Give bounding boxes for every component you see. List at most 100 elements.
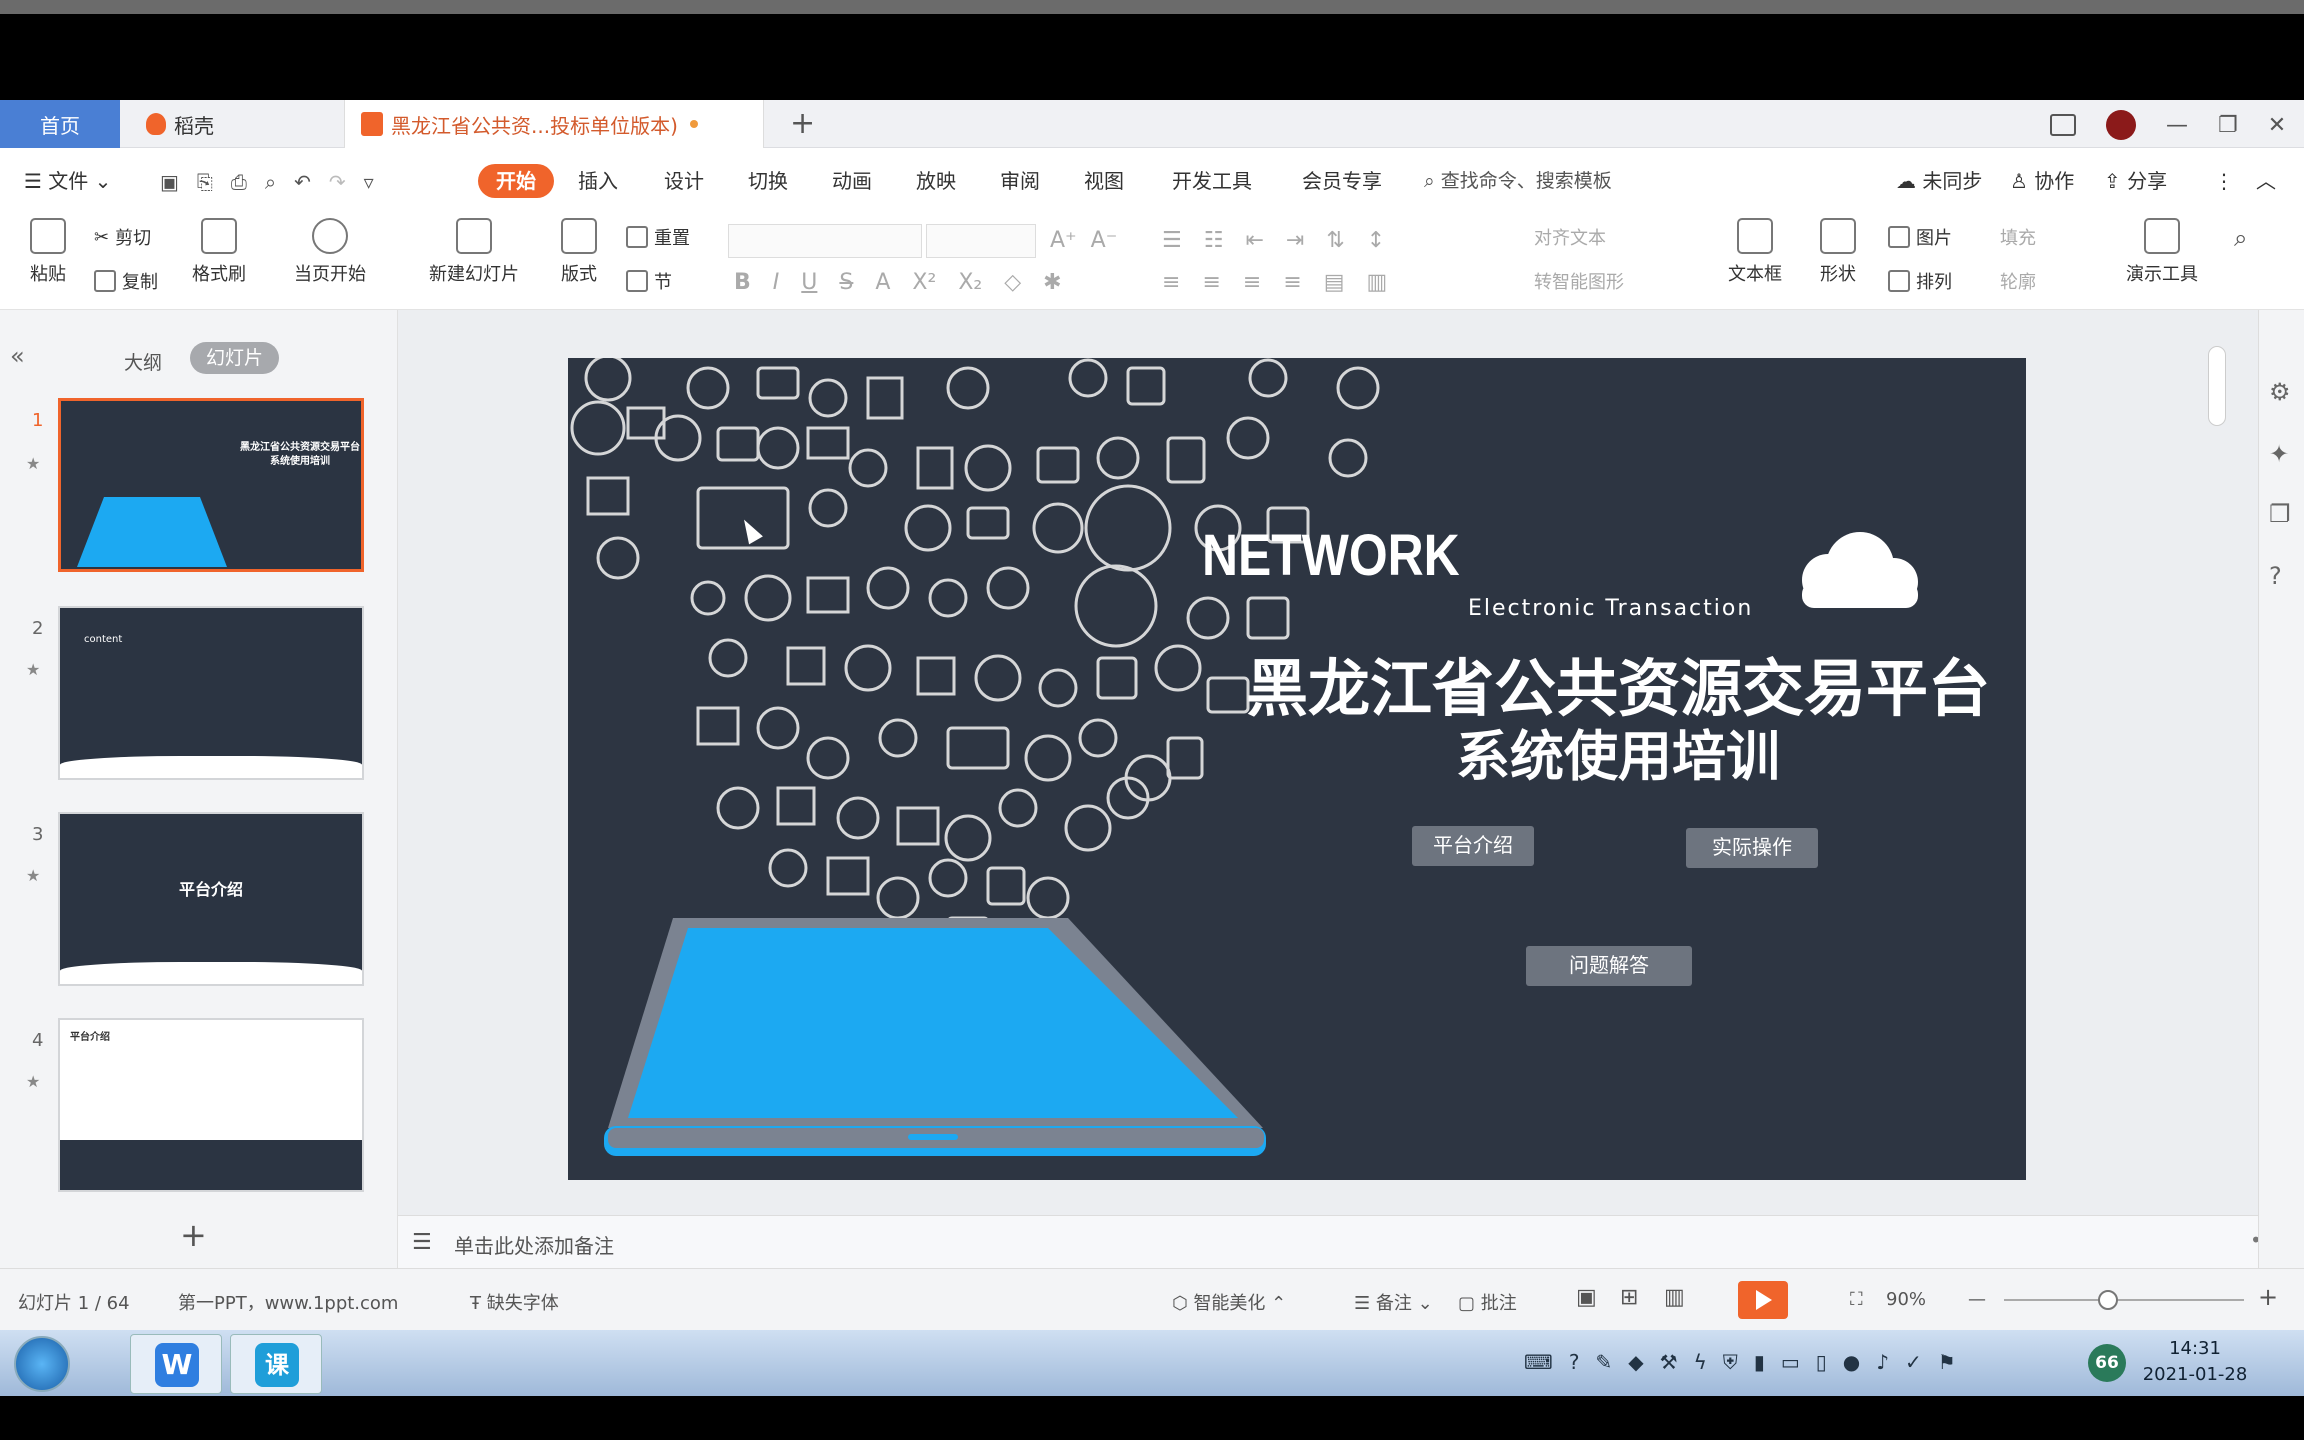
flag-icon[interactable]: ⚑ <box>1938 1350 1956 1374</box>
fill-button[interactable]: 填充 <box>2000 224 2036 250</box>
more-icon[interactable]: ⋮ <box>2214 164 2234 198</box>
restore-icon[interactable]: ❐ <box>2218 113 2238 138</box>
slide[interactable]: NETWORK Electronic Transaction 黑龙江省公共资源交… <box>568 358 2026 1180</box>
menu-member[interactable]: 会员专享 <box>1302 164 1382 198</box>
notes-pane[interactable]: ☰ 单击此处添加备注 ••• <box>398 1215 2285 1268</box>
columns-icon[interactable]: ▥ <box>1367 270 1388 295</box>
redo-icon[interactable]: ↷ <box>329 170 346 194</box>
menu-animation[interactable]: 动画 <box>832 164 872 198</box>
share-button[interactable]: ⇪ 分享 <box>2104 164 2167 198</box>
preview-icon[interactable]: ⌕ <box>265 170 276 194</box>
font-color-icon[interactable]: A <box>875 270 890 295</box>
layout-button[interactable]: 版式 <box>548 218 610 286</box>
taskbar-class-button[interactable]: 课 <box>230 1334 322 1394</box>
start-button[interactable] <box>14 1336 70 1392</box>
line-spacing-icon[interactable]: ↕ <box>1367 228 1385 253</box>
close-icon[interactable]: ✕ <box>2268 113 2286 138</box>
play-slideshow-button[interactable] <box>1738 1281 1788 1319</box>
slide-thumbnail-1[interactable]: 黑龙江省公共资源交易平台系统使用培训 <box>58 398 364 572</box>
new-tab-button[interactable]: + <box>790 106 815 141</box>
justify-icon[interactable]: ≡ <box>1283 270 1301 295</box>
align-right-icon[interactable]: ≡ <box>1243 270 1261 295</box>
shield-icon[interactable]: ⛨ <box>1723 1350 1738 1374</box>
strikethrough-icon[interactable]: S <box>839 270 853 295</box>
textbox-button[interactable]: 文本框 <box>1718 218 1792 286</box>
record-icon[interactable]: ● <box>1843 1350 1860 1374</box>
menu-developer[interactable]: 开发工具 <box>1172 164 1252 198</box>
text-direction-icon[interactable]: ⇅ <box>1326 228 1344 253</box>
keyboard-icon[interactable]: ⌨ <box>1524 1350 1553 1374</box>
char-shading-icon[interactable]: ✱ <box>1043 270 1061 295</box>
comments-toggle[interactable]: ▢ 批注 <box>1458 1289 1517 1315</box>
new-slide-button[interactable]: 新建幻灯片 <box>412 218 536 286</box>
indent-decrease-icon[interactable]: ⇤ <box>1245 228 1263 253</box>
underline-icon[interactable]: U <box>801 270 817 295</box>
normal-view-icon[interactable]: ▣ <box>1576 1285 1597 1310</box>
menu-slideshow[interactable]: 放映 <box>916 164 956 198</box>
output-icon[interactable]: ⎘ <box>197 170 213 194</box>
lightning-icon[interactable]: ϟ <box>1694 1350 1707 1374</box>
badge-icon[interactable]: 66 <box>2088 1344 2126 1382</box>
grid-view-icon[interactable]: ⊞ <box>1620 1285 1638 1310</box>
collapse-panel-icon[interactable]: « <box>10 342 25 370</box>
slide-network-title[interactable]: NETWORK <box>1202 522 1460 589</box>
format-painter-button[interactable]: 格式刷 <box>184 218 254 286</box>
reset-button[interactable]: 重置 <box>626 224 690 250</box>
zoom-in-icon[interactable]: + <box>2258 1283 2278 1311</box>
distribute-icon[interactable]: ▤ <box>1324 270 1345 295</box>
cube-icon[interactable]: ◆ <box>1628 1350 1643 1374</box>
menu-design[interactable]: 设计 <box>664 164 704 198</box>
tab-document[interactable]: 黑龙江省公共资...投标单位版本) <box>344 100 764 148</box>
zoom-slider[interactable] <box>2004 1299 2244 1301</box>
file-menu[interactable]: ☰ 文件 ⌄ <box>24 164 111 198</box>
clock[interactable]: 14:31 2021-01-28 <box>2140 1336 2250 1388</box>
zoom-out-icon[interactable]: — <box>1968 1289 1986 1310</box>
monitor-icon[interactable]: ▭ <box>1781 1350 1800 1374</box>
reading-view-icon[interactable]: ▥ <box>1664 1285 1685 1310</box>
sync-button[interactable]: ☁ 未同步 <box>1896 164 1982 198</box>
font-size-select[interactable] <box>926 224 1036 258</box>
numbering-icon[interactable]: ☷ <box>1204 228 1224 253</box>
minimize-icon[interactable]: — <box>2166 113 2188 138</box>
copy-window-icon[interactable]: ❐ <box>2269 500 2291 528</box>
vertical-scrollbar[interactable] <box>2208 346 2226 426</box>
pen-icon[interactable]: ✎ <box>1596 1350 1613 1374</box>
menu-review[interactable]: 审阅 <box>1000 164 1040 198</box>
menu-start[interactable]: 开始 <box>478 164 554 198</box>
command-search[interactable]: ⌕ 查找命令、搜索模板 <box>1424 164 1612 198</box>
arrange-button[interactable]: 排列 <box>1888 268 1952 294</box>
align-text-button[interactable]: 对齐文本 <box>1534 224 1606 250</box>
page-view-icon[interactable] <box>2050 114 2076 136</box>
help-icon[interactable]: ? <box>2269 562 2282 590</box>
section-button[interactable]: 节 <box>626 268 672 294</box>
volume-icon[interactable]: ♪ <box>1876 1350 1889 1374</box>
tab-home[interactable]: 首页 <box>0 100 120 148</box>
settings-sliders-icon[interactable]: ⚙ <box>2269 378 2291 406</box>
find-icon[interactable]: ⌕ <box>2234 224 2247 252</box>
save-icon[interactable]: ▣ <box>160 170 179 194</box>
indent-increase-icon[interactable]: ⇥ <box>1286 228 1304 253</box>
fit-window-icon[interactable]: ⛶ <box>1850 1289 1863 1310</box>
paste-button[interactable]: 粘贴 <box>18 218 78 286</box>
menu-insert[interactable]: 插入 <box>578 164 618 198</box>
tab-outline[interactable]: 大纲 <box>124 348 162 375</box>
font-name-select[interactable] <box>728 224 922 258</box>
zoom-level[interactable]: 90% <box>1886 1289 1926 1310</box>
slide-thumbnail-2[interactable]: content <box>58 606 364 780</box>
slide-title-line2[interactable]: 系统使用培训 <box>1228 712 2008 791</box>
cut-button[interactable]: ✂ 剪切 <box>94 224 151 250</box>
add-slide-button[interactable]: + <box>180 1216 207 1254</box>
undo-icon[interactable]: ↶ <box>294 170 311 194</box>
beautify-button[interactable]: ⬡ 智能美化 ⌃ <box>1172 1289 1286 1315</box>
italic-icon[interactable]: I <box>773 270 780 295</box>
collapse-ribbon-icon[interactable]: ︿ <box>2256 164 2276 198</box>
taskbar-wps-button[interactable]: W <box>130 1334 222 1394</box>
subscript-icon[interactable]: X₂ <box>958 270 982 295</box>
align-left-icon[interactable]: ≡ <box>1162 270 1180 295</box>
customize-icon[interactable]: ▿ <box>364 170 374 194</box>
collab-button[interactable]: ♙ 协作 <box>2010 164 2074 198</box>
eraser-icon[interactable]: ◇ <box>1004 270 1021 295</box>
avatar[interactable] <box>2106 110 2136 140</box>
battery-icon[interactable]: ▯ <box>1816 1350 1827 1374</box>
pin-icon[interactable]: ✦ <box>2269 440 2289 468</box>
